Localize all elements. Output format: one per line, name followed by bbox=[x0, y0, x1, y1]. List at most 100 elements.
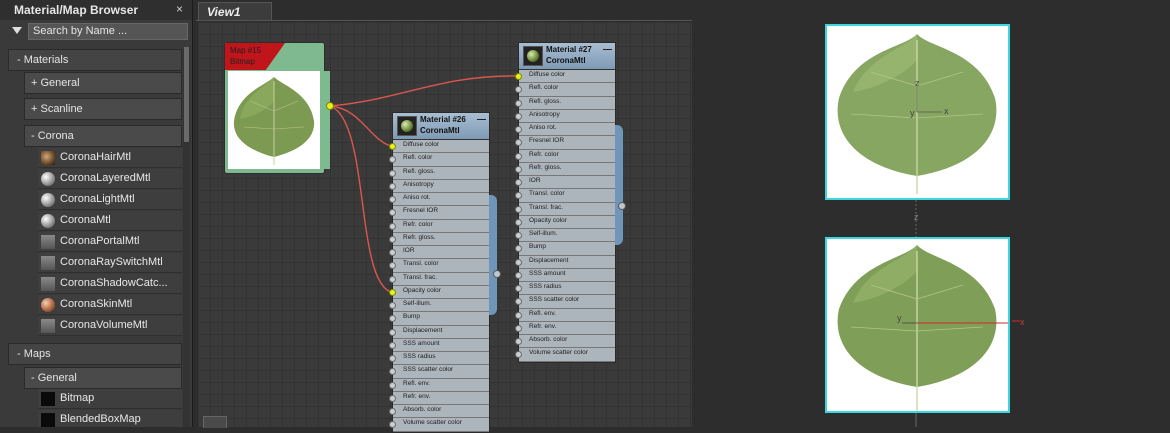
input-socket[interactable] bbox=[389, 368, 396, 376]
input-socket[interactable] bbox=[389, 408, 396, 415]
slot-volume-scatter-color[interactable]: Volume scatter color bbox=[515, 348, 615, 362]
input-socket[interactable] bbox=[389, 143, 396, 150]
input-socket[interactable] bbox=[515, 324, 522, 332]
input-socket[interactable] bbox=[389, 262, 396, 270]
input-socket[interactable] bbox=[515, 351, 522, 359]
slot-self-illum[interactable]: Self-illum. bbox=[515, 229, 615, 243]
input-socket[interactable] bbox=[515, 285, 522, 292]
slot-bump[interactable]: Bump bbox=[389, 312, 489, 326]
input-socket[interactable] bbox=[389, 328, 396, 336]
slot-sss-amount[interactable]: SSS amount bbox=[515, 268, 615, 282]
slot-refl-color[interactable]: Refl. color bbox=[515, 83, 615, 97]
slot-transl-color[interactable]: Transl. color bbox=[515, 189, 615, 203]
input-socket[interactable] bbox=[389, 222, 396, 230]
material-27-node[interactable]: Material #27 CoronaMtl — Diffuse color Re… bbox=[515, 42, 623, 363]
material-27-output-socket[interactable] bbox=[618, 202, 626, 210]
search-input[interactable]: Search by Name ... bbox=[28, 23, 188, 40]
navigator-icon[interactable] bbox=[203, 416, 227, 428]
input-socket[interactable] bbox=[389, 381, 396, 389]
slot-sss-scatter-color[interactable]: SSS scatter color bbox=[515, 295, 615, 309]
slot-opacity-color[interactable]: Opacity color bbox=[389, 285, 489, 299]
slot-volume-scatter-color[interactable]: Volume scatter color bbox=[389, 418, 489, 432]
slot-ior[interactable]: IOR bbox=[515, 176, 615, 190]
slot-aniso-rot[interactable]: Aniso rot. bbox=[515, 123, 615, 137]
list-item-coronaskinmtl[interactable]: CoronaSkinMtl bbox=[38, 295, 182, 315]
list-item-coronavolumemtl[interactable]: CoronaVolumeMtl bbox=[38, 316, 182, 336]
input-socket[interactable] bbox=[389, 169, 396, 177]
input-socket[interactable] bbox=[515, 298, 522, 306]
list-item-coronalightmtl[interactable]: CoronaLightMtl bbox=[38, 190, 182, 210]
input-socket[interactable] bbox=[389, 355, 396, 362]
materials-section[interactable]: - Materials bbox=[8, 49, 182, 71]
slot-diffuse-color[interactable]: Diffuse color bbox=[515, 70, 615, 84]
slot-refr-env[interactable]: Refr. env. bbox=[389, 391, 489, 405]
slot-displacement[interactable]: Displacement bbox=[389, 325, 489, 339]
input-socket[interactable] bbox=[389, 275, 396, 283]
minimize-icon[interactable]: — bbox=[477, 114, 486, 124]
input-socket[interactable] bbox=[515, 86, 522, 94]
slot-aniso-rot[interactable]: Aniso rot. bbox=[389, 193, 489, 207]
input-socket[interactable] bbox=[515, 152, 522, 160]
input-socket[interactable] bbox=[515, 232, 522, 239]
slot-transl-color[interactable]: Transl. color bbox=[389, 259, 489, 273]
material-26-node[interactable]: Material #26 CoronaMtl — Diffuse color Re… bbox=[389, 112, 497, 433]
slot-sss-scatter-color[interactable]: SSS scatter color bbox=[389, 365, 489, 379]
slot-sss-amount[interactable]: SSS amount bbox=[389, 338, 489, 352]
input-socket[interactable] bbox=[515, 99, 522, 107]
input-socket[interactable] bbox=[389, 302, 396, 309]
slot-absorb-color[interactable]: Absorb. color bbox=[515, 335, 615, 349]
input-socket[interactable] bbox=[515, 311, 522, 319]
slot-sss-radius[interactable]: SSS radius bbox=[389, 352, 489, 366]
slot-refl-gloss[interactable]: Refl. gloss. bbox=[389, 166, 489, 180]
input-socket[interactable] bbox=[389, 288, 396, 296]
input-socket[interactable] bbox=[515, 218, 522, 226]
input-socket[interactable] bbox=[515, 258, 522, 266]
list-item-coronalayeredmtl[interactable]: CoronaLayeredMtl bbox=[38, 169, 182, 189]
slot-transl-frac[interactable]: Transl. frac. bbox=[389, 272, 489, 286]
input-socket[interactable] bbox=[389, 394, 396, 402]
slot-bump[interactable]: Bump bbox=[515, 242, 615, 256]
bitmap-output-socket[interactable] bbox=[326, 102, 334, 110]
list-item-coronamtl[interactable]: CoronaMtl bbox=[38, 211, 182, 231]
list-item-coronashadowcatcher[interactable]: CoronaShadowCatc... bbox=[38, 274, 182, 294]
list-item-coronaportalmtl[interactable]: CoronaPortalMtl bbox=[38, 232, 182, 252]
input-socket[interactable] bbox=[515, 245, 522, 253]
maps-general-group[interactable]: - General bbox=[24, 367, 182, 389]
tab-view1[interactable]: View1 bbox=[198, 2, 272, 20]
input-socket[interactable] bbox=[389, 421, 396, 429]
slot-absorb-color[interactable]: Absorb. color bbox=[389, 405, 489, 419]
list-item-coronarayswitchmtl[interactable]: CoronaRaySwitchMtl bbox=[38, 253, 182, 273]
input-socket[interactable] bbox=[389, 315, 396, 323]
input-socket[interactable] bbox=[515, 179, 522, 186]
maps-section[interactable]: - Maps bbox=[8, 343, 182, 365]
slot-refr-env[interactable]: Refr. env. bbox=[515, 321, 615, 335]
slot-sss-radius[interactable]: SSS radius bbox=[515, 282, 615, 296]
input-socket[interactable] bbox=[515, 73, 522, 80]
input-socket[interactable] bbox=[389, 249, 396, 256]
input-socket[interactable] bbox=[515, 139, 522, 147]
input-socket[interactable] bbox=[389, 156, 396, 164]
slot-refr-gloss[interactable]: Refr. gloss. bbox=[515, 162, 615, 176]
input-socket[interactable] bbox=[389, 235, 396, 243]
slot-anisotropy[interactable]: Anisotropy bbox=[515, 109, 615, 123]
slot-refl-gloss[interactable]: Refl. gloss. bbox=[515, 96, 615, 110]
slot-fresnel-ior[interactable]: Fresnel IOR bbox=[515, 136, 615, 150]
slot-refr-color[interactable]: Refr. color bbox=[389, 219, 489, 233]
slot-transl-frac[interactable]: Transl. frac. bbox=[515, 202, 615, 216]
slot-refr-gloss[interactable]: Refr. gloss. bbox=[389, 232, 489, 246]
close-icon[interactable]: × bbox=[176, 2, 183, 16]
slot-fresnel-ior[interactable]: Fresnel IOR bbox=[389, 206, 489, 220]
browser-scrollbar[interactable] bbox=[183, 47, 190, 427]
general-group[interactable]: + General bbox=[24, 72, 182, 94]
input-socket[interactable] bbox=[389, 196, 396, 203]
slot-ior[interactable]: IOR bbox=[389, 246, 489, 260]
slot-self-illum[interactable]: Self-illum. bbox=[389, 299, 489, 313]
scanline-group[interactable]: + Scanline bbox=[24, 98, 182, 120]
input-socket[interactable] bbox=[389, 182, 396, 190]
input-socket[interactable] bbox=[389, 209, 396, 217]
input-socket[interactable] bbox=[515, 271, 522, 279]
input-socket[interactable] bbox=[515, 112, 522, 120]
slot-refl-env[interactable]: Refl. env. bbox=[515, 308, 615, 322]
slot-diffuse-color[interactable]: Diffuse color bbox=[389, 140, 489, 154]
input-socket[interactable] bbox=[515, 192, 522, 200]
